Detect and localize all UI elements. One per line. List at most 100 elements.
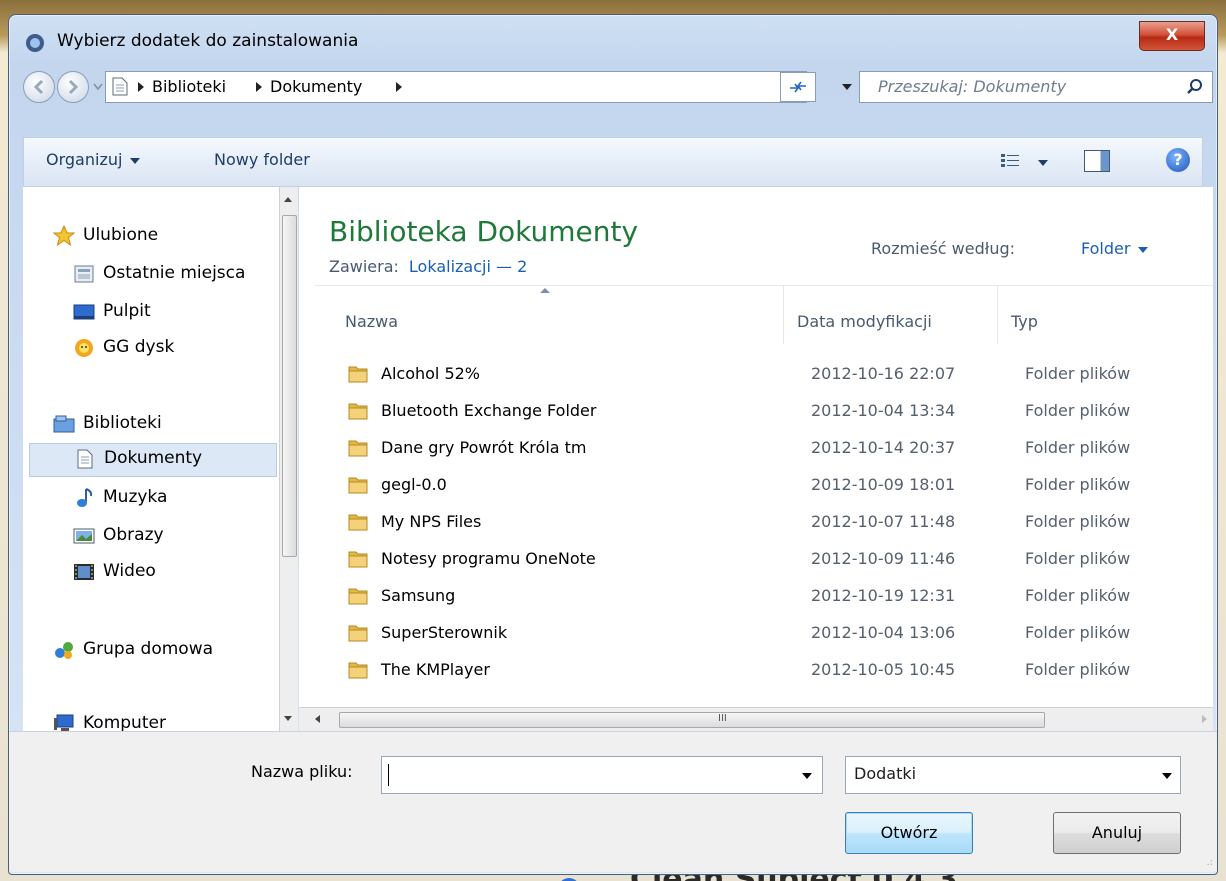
library-contains: Zawiera: Lokalizacji — 2 <box>329 257 527 276</box>
column-header-name[interactable]: Nazwa <box>345 312 398 331</box>
nav-label: Obrazy <box>103 525 164 545</box>
nav-label: Komputer <box>83 713 166 731</box>
forward-arrow-icon <box>68 79 79 95</box>
close-button[interactable]: X <box>1139 21 1205 51</box>
scroll-thumb[interactable] <box>282 215 297 557</box>
table-row[interactable]: Dane gry Powrót Króla tm 2012-10-14 20:37… <box>329 431 1209 465</box>
filename-label: Nazwa pliku: <box>251 762 353 781</box>
file-date: 2012-10-14 20:37 <box>811 438 956 457</box>
history-dropdown-icon[interactable] <box>93 81 103 91</box>
column-header-type[interactable]: Typ <box>1011 312 1038 331</box>
nav-label: Muzyka <box>103 487 168 507</box>
file-date: 2012-10-09 11:46 <box>811 549 956 568</box>
nav-label: Biblioteki <box>83 413 162 433</box>
views-dropdown-icon[interactable] <box>1038 160 1048 166</box>
open-button[interactable]: Otwórz <box>845 812 973 854</box>
file-date: 2012-10-05 10:45 <box>811 660 956 679</box>
chevron-down-icon <box>1162 773 1172 779</box>
table-row[interactable]: SuperSterownik 2012-10-04 13:06 Folder pli… <box>329 616 1209 650</box>
star-icon <box>53 225 75 247</box>
folder-icon <box>348 366 368 383</box>
scroll-right-icon[interactable] <box>1202 715 1207 723</box>
dialog-footer: Nazwa pliku: Dodatki Otwórz Anuluj .: <box>9 731 1217 872</box>
file-type: Folder plików <box>1025 660 1131 679</box>
search-box[interactable]: Przeszukaj: Dokumenty <box>859 71 1213 103</box>
nav-label: Pulpit <box>103 301 151 321</box>
file-name: Dane gry Powrót Króla tm <box>381 438 587 457</box>
file-name: The KMPlayer <box>381 660 490 679</box>
file-date: 2012-10-16 22:07 <box>811 364 956 383</box>
filename-input[interactable] <box>381 756 823 794</box>
title-bar[interactable]: Wybierz dodatek do zainstalowania X <box>9 15 1217 61</box>
refresh-button[interactable] <box>780 72 816 102</box>
address-dropdown-icon[interactable] <box>842 84 852 90</box>
file-name: Samsung <box>381 586 456 605</box>
table-row[interactable]: Alcohol 52% 2012-10-16 22:07 Folder plików <box>329 357 1209 391</box>
document-icon <box>112 77 128 96</box>
file-date: 2012-10-07 11:48 <box>811 512 956 531</box>
scroll-down-icon[interactable] <box>284 716 292 721</box>
libraries-icon <box>53 415 75 433</box>
file-name: gegl-0.0 <box>381 475 447 494</box>
breadcrumb-libraries[interactable]: Biblioteki <box>152 77 226 96</box>
breadcrumb-separator-icon[interactable] <box>138 82 144 92</box>
documents-icon <box>77 449 93 469</box>
nav-pane-scrollbar[interactable] <box>279 187 298 731</box>
file-list-pane: Biblioteka Dokumenty Zawiera: Lokalizacji… <box>299 187 1213 707</box>
column-divider[interactable] <box>997 286 998 344</box>
breadcrumb-documents[interactable]: Dokumenty <box>270 77 362 96</box>
file-name: Alcohol 52% <box>381 364 480 383</box>
search-placeholder[interactable]: Przeszukaj: Dokumenty <box>878 77 1066 96</box>
computer-icon <box>54 714 74 731</box>
arrange-by-dropdown[interactable]: Folder <box>1081 239 1149 258</box>
arrange-by-value: Folder <box>1081 239 1131 258</box>
window-title: Wybierz dodatek do zainstalowania <box>57 31 359 51</box>
filetype-select[interactable]: Dodatki <box>845 756 1181 794</box>
help-icon[interactable]: ? <box>1166 148 1190 172</box>
breadcrumb-separator-icon[interactable] <box>396 82 402 92</box>
navigation-pane: Ulubione Ostatnie miejsca Pulpit GG dysk… <box>23 187 279 731</box>
table-row[interactable]: Samsung 2012-10-19 12:31 Folder plików <box>329 579 1209 613</box>
organize-label: Organizuj <box>46 150 123 169</box>
folder-icon <box>348 625 368 642</box>
organize-menu[interactable]: Organizuj <box>46 150 141 169</box>
nav-item-documents[interactable]: Dokumenty <box>29 443 277 477</box>
folder-icon <box>348 477 368 494</box>
chevron-down-icon <box>130 157 141 164</box>
scroll-left-icon[interactable] <box>315 715 320 723</box>
homegroup-icon <box>55 642 73 659</box>
table-row[interactable]: Notesy programu OneNote 2012-10-09 11:46 F… <box>329 542 1209 576</box>
new-folder-button[interactable]: Nowy folder <box>214 150 310 169</box>
back-button[interactable] <box>23 71 55 103</box>
file-date: 2012-10-19 12:31 <box>811 586 956 605</box>
command-toolbar: Organizuj Nowy folder ? <box>23 137 1203 187</box>
scroll-thumb[interactable]: III <box>339 712 1045 728</box>
views-icon[interactable] <box>1000 152 1020 170</box>
file-type: Folder plików <box>1025 475 1131 494</box>
table-row[interactable]: Bluetooth Exchange Folder 2012-10-04 13:3… <box>329 394 1209 428</box>
search-icon[interactable] <box>1186 78 1204 96</box>
column-header-date[interactable]: Data modyfikacji <box>797 312 932 331</box>
file-date: 2012-10-04 13:34 <box>811 401 956 420</box>
address-bar[interactable]: Biblioteki Dokumenty <box>105 71 852 103</box>
table-row[interactable]: My NPS Files 2012-10-07 11:48 Folder plikó… <box>329 505 1209 539</box>
breadcrumb-separator-icon[interactable] <box>256 82 262 92</box>
desktop-icon <box>73 304 95 320</box>
text-cursor <box>388 764 389 786</box>
locations-link[interactable]: Lokalizacji — 2 <box>409 257 527 276</box>
arrange-by-label: Rozmieść według: <box>871 239 1015 258</box>
scroll-up-icon[interactable] <box>284 197 292 202</box>
table-row[interactable]: The KMPlayer 2012-10-05 10:45 Folder plikó… <box>329 653 1209 687</box>
resize-grip-icon[interactable]: .: <box>1206 857 1213 868</box>
forward-button[interactable] <box>57 71 89 103</box>
folder-icon <box>348 551 368 568</box>
preview-pane-icon[interactable] <box>1084 150 1110 172</box>
cancel-button[interactable]: Anuluj <box>1053 812 1181 854</box>
sort-ascending-icon <box>540 288 550 293</box>
filename-dropdown-icon[interactable] <box>802 773 812 779</box>
contains-label: Zawiera: <box>329 257 399 276</box>
column-divider[interactable] <box>783 286 784 344</box>
table-row[interactable]: gegl-0.0 2012-10-09 18:01 Folder plików <box>329 468 1209 502</box>
horizontal-scrollbar[interactable]: III <box>299 707 1213 732</box>
nav-label: Grupa domowa <box>83 639 214 659</box>
